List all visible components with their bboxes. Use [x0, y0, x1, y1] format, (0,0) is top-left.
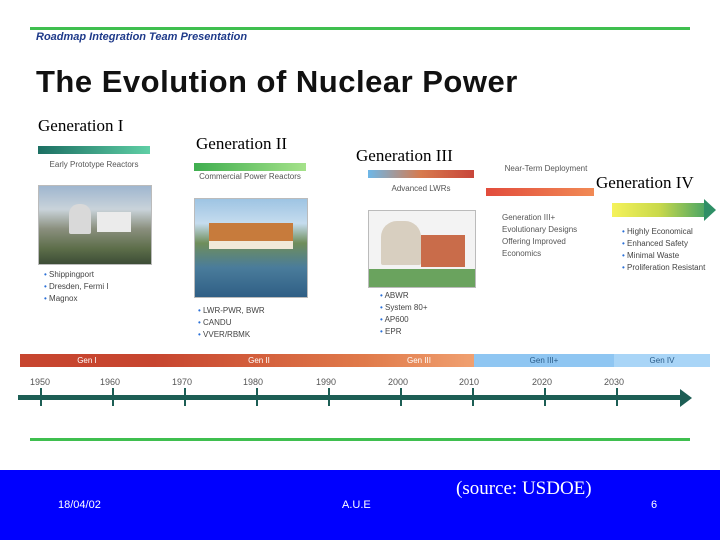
timeline-gen-3-plus: Gen III+ — [474, 354, 614, 367]
gen-1-photo — [38, 185, 152, 265]
timeline-tick — [544, 388, 546, 406]
list-item: CANDU — [198, 317, 265, 329]
gen-1-list: Shippingport Dresden, Fermi I Magnox — [44, 269, 109, 305]
list-item: Magnox — [44, 293, 109, 305]
list-item: EPR — [380, 326, 428, 338]
timeline-tick — [472, 388, 474, 406]
list-item: VVER/RBMK — [198, 329, 265, 341]
timeline-gen-4: Gen IV — [614, 354, 710, 367]
page-number: 6 — [651, 499, 658, 511]
gen-3-label: Generation III — [356, 146, 453, 166]
top-divider — [30, 27, 690, 30]
near-term-caption: Near-Term Deployment — [504, 164, 588, 173]
timeline-gen-2: Gen II — [154, 354, 364, 367]
timeline-gen-1: Gen I — [20, 354, 154, 367]
list-item: System 80+ — [380, 302, 427, 314]
gen-3-photo — [368, 210, 476, 288]
gen-4-label: Generation IV — [596, 173, 694, 193]
timeline-arrow — [18, 395, 680, 400]
year-label: 1980 — [243, 377, 264, 387]
list-item: Highly Economical — [622, 226, 712, 238]
gen-1-label: Generation I — [38, 116, 124, 136]
near-term-bar — [486, 188, 594, 196]
list-item: LWR-PWR, BWR — [198, 305, 265, 317]
year-label: 2020 — [532, 377, 553, 387]
gen-2-list: LWR-PWR, BWR CANDU VVER/RBMK — [198, 305, 265, 341]
list-item: Enhanced Safety — [622, 238, 712, 250]
timeline-tick — [184, 388, 186, 406]
list-item: Minimal Waste — [622, 250, 712, 262]
gen-1-caption: Early Prototype Reactors — [49, 160, 139, 169]
timeline-tick — [256, 388, 258, 406]
year-label: 2000 — [388, 377, 409, 387]
gen-1-bar — [38, 146, 150, 154]
slide-title: The Evolution of Nuclear Power — [36, 64, 518, 99]
gen-3-caption: Advanced LWRs — [391, 184, 451, 193]
gen-2-bar — [194, 163, 306, 171]
gen-2-caption: Commercial Power Reactors — [199, 172, 301, 181]
near-term-description: Generation III+ Evolutionary Designs Off… — [502, 213, 578, 258]
footer-date: 18/04/02 — [58, 499, 101, 511]
year-label: 1970 — [172, 377, 193, 387]
list-item: ABWR — [380, 290, 428, 302]
timeline-gen-3: Gen III — [364, 354, 474, 367]
gen-3-bar — [368, 170, 474, 178]
list-item: Dresden, Fermi I — [44, 281, 109, 293]
gen-2-label: Generation II — [196, 134, 288, 154]
timeline-tick — [328, 388, 330, 406]
year-label: 1960 — [100, 377, 121, 387]
timeline-tick — [616, 388, 618, 406]
year-label: 1950 — [30, 377, 51, 387]
arrow-head-icon — [704, 199, 716, 221]
timeline-tick — [40, 388, 42, 406]
year-label: 1990 — [316, 377, 337, 387]
list-item: Shippingport — [44, 269, 109, 281]
gen-4-list: Highly Economical Enhanced Safety Minima… — [622, 226, 712, 274]
year-label: 2010 — [459, 377, 480, 387]
list-item: AP600 — [380, 314, 428, 326]
list-item: Proliferation Resistant — [622, 262, 712, 274]
arrow-head-icon — [680, 389, 692, 407]
source-note: (source: USDOE) — [456, 478, 592, 499]
timeline-tick — [112, 388, 114, 406]
footer-org: A.U.E — [342, 499, 371, 511]
timeline-tick — [400, 388, 402, 406]
header-title: Roadmap Integration Team Presentation — [36, 31, 248, 43]
gen-3-list: ABWR System 80+ AP600 EPR — [380, 290, 428, 338]
year-label: 2030 — [604, 377, 625, 387]
bottom-divider — [30, 438, 690, 441]
gen-4-arrow — [612, 203, 706, 217]
gen-2-photo — [194, 198, 308, 298]
